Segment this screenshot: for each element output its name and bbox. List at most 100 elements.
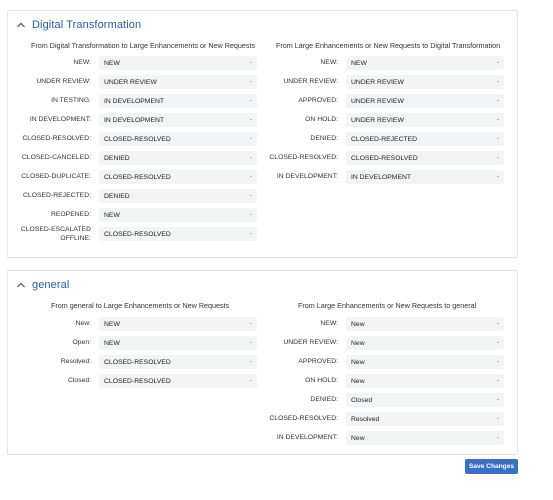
- section-title: Digital Transformation: [32, 19, 142, 31]
- dropdown-arrow-icon: -: [250, 155, 252, 161]
- mapping-row-label: CLOSED-REJECTED:: [23, 192, 91, 199]
- dropdown-arrow-icon: -: [497, 435, 499, 441]
- mapping-row-label: Open:: [72, 339, 91, 346]
- status-select[interactable]: NEW -: [99, 317, 257, 331]
- dropdown-arrow-icon: -: [250, 231, 252, 237]
- left-column-heading: From general to Large Enhancements or Ne…: [51, 301, 230, 310]
- status-select-value: NEW: [351, 59, 367, 67]
- status-select[interactable]: UNDER REVIEW -: [346, 94, 504, 108]
- mapping-row-label: New:: [75, 320, 92, 327]
- right-column-heading: From Large Enhancements or New Requests …: [298, 301, 477, 310]
- mapping-row-label: CLOSED-RESOLVED:: [269, 415, 338, 422]
- status-select[interactable]: CLOSED-RESOLVED -: [99, 132, 257, 146]
- mapping-row-label: ON HOLD:: [305, 116, 338, 123]
- mapping-row-label: IN TESTING:: [51, 97, 91, 104]
- status-select[interactable]: New -: [346, 374, 504, 388]
- status-select-value: CLOSED-RESOLVED: [351, 154, 418, 162]
- mapping-row: NEW: NEW -: [6, 56, 257, 70]
- status-select[interactable]: CLOSED-REJECTED -: [346, 132, 504, 146]
- status-select[interactable]: New -: [346, 431, 504, 445]
- status-select[interactable]: NEW -: [99, 208, 257, 222]
- mapping-row-label: APPROVED:: [298, 97, 338, 104]
- status-select[interactable]: NEW -: [99, 336, 257, 350]
- mapping-row-label: APPROVED:: [298, 358, 338, 365]
- dropdown-arrow-icon: -: [497, 378, 499, 384]
- dropdown-arrow-icon: -: [497, 79, 499, 85]
- status-select[interactable]: IN DEVELOPMENT -: [99, 94, 257, 108]
- section-digital-transformation: Digital Transformation From Digital Tran…: [7, 10, 518, 258]
- mapping-row-label: IN DEVELOPMENT:: [276, 173, 338, 180]
- status-select[interactable]: New -: [346, 355, 504, 369]
- status-select[interactable]: Closed -: [346, 393, 504, 407]
- status-select[interactable]: UNDER REVIEW -: [346, 75, 504, 89]
- status-select-value: CLOSED-RESOLVED: [104, 358, 171, 366]
- status-select-value: New: [351, 377, 365, 385]
- dropdown-arrow-icon: -: [250, 193, 252, 199]
- dropdown-arrow-icon: -: [497, 359, 499, 365]
- mapping-row: IN DEVELOPMENT: IN DEVELOPMENT -: [6, 113, 257, 127]
- status-select-value: UNDER REVIEW: [351, 97, 404, 105]
- dropdown-arrow-icon: -: [250, 340, 252, 346]
- right-column-heading: From Large Enhancements or New Requests …: [276, 41, 501, 50]
- status-select-value: NEW: [104, 59, 120, 67]
- mapping-row: CLOSED-ESCALATED OFFLINE: CLOSED-RESOLVED…: [6, 226, 257, 242]
- status-select[interactable]: UNDER REVIEW -: [346, 113, 504, 127]
- mapping-row: UNDER REVIEW: New -: [253, 336, 504, 350]
- mapping-row: CLOSED-RESOLVED: CLOSED-RESOLVED -: [253, 151, 504, 165]
- status-select[interactable]: CLOSED-RESOLVED -: [99, 227, 257, 241]
- section-header[interactable]: Digital Transformation: [16, 17, 141, 33]
- mapping-row: DENIED: CLOSED-REJECTED -: [253, 132, 504, 146]
- save-changes-button[interactable]: Save Changes: [465, 459, 518, 474]
- status-select-value: New: [351, 434, 365, 442]
- status-select[interactable]: CLOSED-RESOLVED -: [346, 151, 504, 165]
- mapping-row-label: NEW:: [320, 59, 338, 66]
- status-select[interactable]: NEW -: [99, 56, 257, 70]
- mapping-row: UNDER REVIEW: UNDER REVIEW -: [6, 75, 257, 89]
- status-select-value: CLOSED-REJECTED: [351, 135, 418, 143]
- mapping-row: Resolved: CLOSED-RESOLVED -: [6, 355, 257, 369]
- mapping-row-label: DENIED:: [310, 135, 338, 142]
- status-select-value: New: [351, 320, 365, 328]
- dropdown-arrow-icon: -: [250, 359, 252, 365]
- status-select[interactable]: Resolved -: [346, 412, 504, 426]
- mapping-row-label: CLOSED-CANCELED:: [21, 154, 91, 161]
- status-select[interactable]: New -: [346, 336, 504, 350]
- status-select[interactable]: DENIED -: [99, 189, 257, 203]
- dropdown-arrow-icon: -: [497, 340, 499, 346]
- mapping-row-label: UNDER REVIEW:: [283, 339, 338, 346]
- mapping-row: CLOSED-REJECTED: DENIED -: [6, 189, 257, 203]
- mapping-row-label: CLOSED-ESCALATED OFFLINE:: [20, 226, 91, 242]
- dropdown-arrow-icon: -: [497, 60, 499, 66]
- mapping-row: ON HOLD: UNDER REVIEW -: [253, 113, 504, 127]
- status-select-value: Resolved: [351, 415, 380, 423]
- status-select-value: UNDER REVIEW: [351, 78, 404, 86]
- status-select-value: NEW: [104, 211, 120, 219]
- mapping-row: CLOSED-CANCELED: DENIED -: [6, 151, 257, 165]
- dropdown-arrow-icon: -: [497, 136, 499, 142]
- mapping-row-label: Closed:: [67, 377, 91, 384]
- chevron-up-icon[interactable]: [16, 20, 26, 30]
- status-select[interactable]: DENIED -: [99, 151, 257, 165]
- mapping-row: CLOSED-RESOLVED: CLOSED-RESOLVED -: [6, 132, 257, 146]
- mapping-row-label: UNDER REVIEW:: [283, 78, 338, 85]
- status-select[interactable]: CLOSED-RESOLVED -: [99, 355, 257, 369]
- status-select[interactable]: CLOSED-RESOLVED -: [99, 170, 257, 184]
- status-select-value: CLOSED-RESOLVED: [104, 135, 171, 143]
- status-select-value: CLOSED-RESOLVED: [104, 230, 171, 238]
- mapping-row-label: DENIED:: [310, 396, 338, 403]
- section-header[interactable]: general: [16, 277, 69, 293]
- mapping-row-label: ON HOLD:: [305, 377, 338, 384]
- status-select[interactable]: CLOSED-RESOLVED -: [99, 374, 257, 388]
- status-select[interactable]: IN DEVELOPMENT -: [346, 170, 504, 184]
- status-select-value: New: [351, 358, 365, 366]
- dropdown-arrow-icon: -: [497, 397, 499, 403]
- status-select[interactable]: IN DEVELOPMENT -: [99, 113, 257, 127]
- status-select[interactable]: NEW -: [346, 56, 504, 70]
- mapping-row-label: CLOSED-RESOLVED:: [269, 154, 338, 161]
- mapping-row: REOPENED: NEW -: [6, 208, 257, 222]
- status-select[interactable]: New -: [346, 317, 504, 331]
- chevron-up-icon[interactable]: [16, 280, 26, 290]
- status-select-value: NEW: [104, 320, 120, 328]
- status-select[interactable]: UNDER REVIEW -: [99, 75, 257, 89]
- mapping-row: Closed: CLOSED-RESOLVED -: [6, 374, 257, 388]
